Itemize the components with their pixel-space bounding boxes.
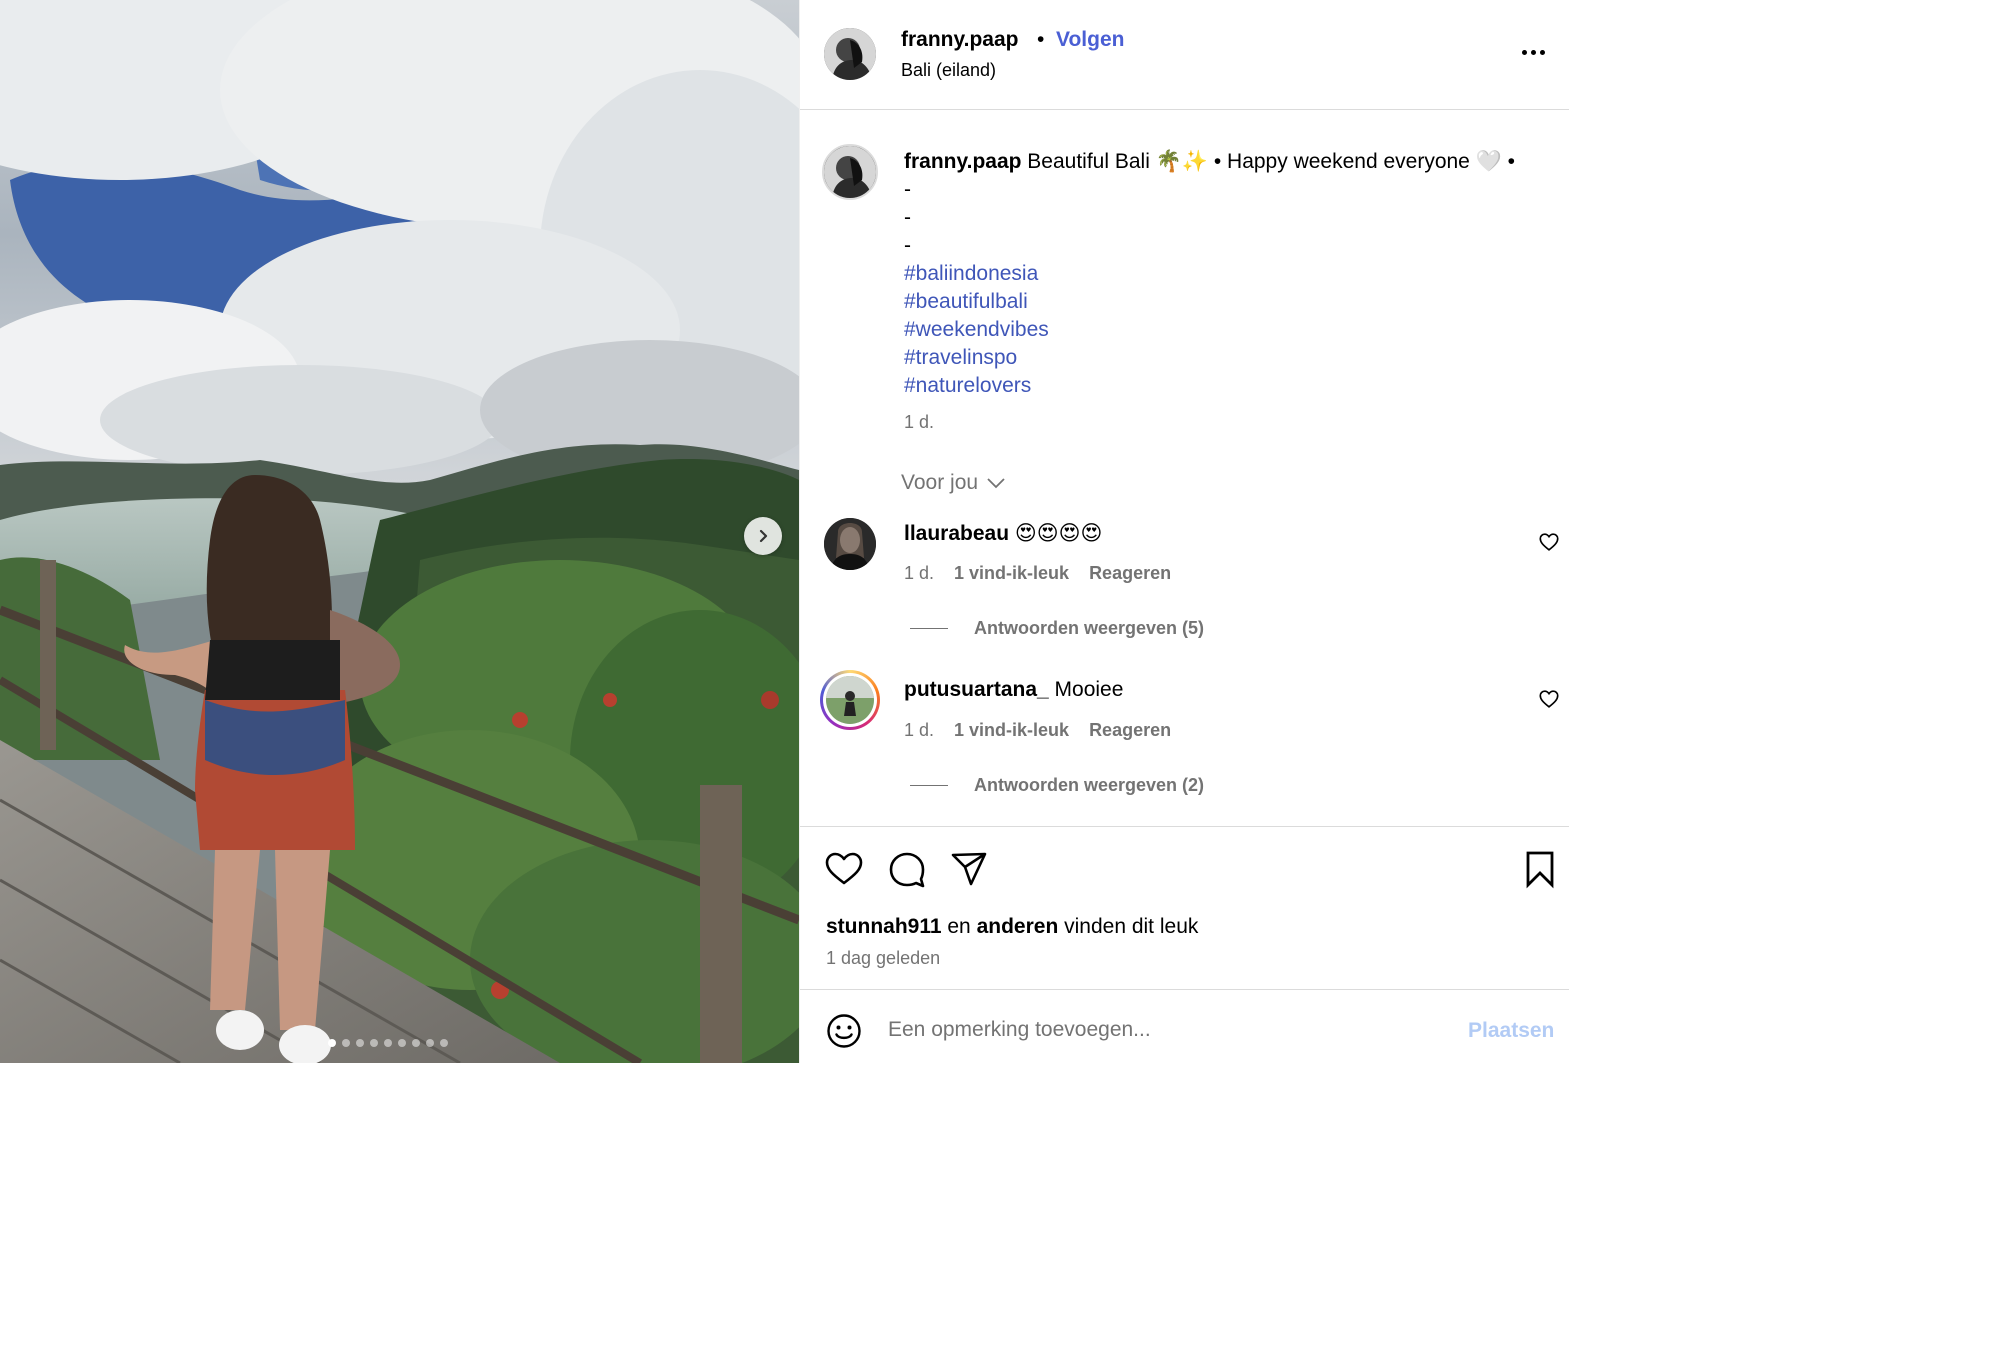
user-photo-icon xyxy=(824,146,876,198)
comment-like-heart-icon[interactable] xyxy=(1538,531,1560,553)
user-photo-icon xyxy=(826,676,874,724)
comment-likes-count[interactable]: 1 vind-ik-leuk xyxy=(954,563,1069,584)
carousel-dot xyxy=(356,1039,364,1047)
post-actions: stunnah911 en anderen vinden dit leuk 1 … xyxy=(800,826,1569,990)
landscape-photo xyxy=(0,0,799,1063)
comment-timestamp: 1 d. xyxy=(904,563,935,583)
save-bookmark-icon[interactable] xyxy=(1520,849,1560,889)
carousel-dot xyxy=(370,1039,378,1047)
more-horizontal-icon xyxy=(1522,49,1527,55)
likes-joiner: en xyxy=(941,915,977,938)
carousel-dot xyxy=(328,1039,336,1047)
comment-timestamp: 1 d. xyxy=(904,720,935,740)
reply-button[interactable]: Reageren xyxy=(1089,563,1171,584)
smiley-icon[interactable] xyxy=(826,1013,862,1049)
caption-dash: - xyxy=(904,206,911,229)
add-comment-bar: Plaatsen xyxy=(800,990,1569,1063)
commenter-avatar[interactable] xyxy=(824,518,876,570)
more-options-button[interactable] xyxy=(1522,42,1552,62)
commenter-avatar-story-ring[interactable] xyxy=(820,670,880,730)
carousel-dot xyxy=(342,1039,350,1047)
liked-by-others[interactable]: anderen xyxy=(977,915,1059,938)
caption-timestamp: 1 d. xyxy=(904,412,935,432)
reply-button[interactable]: Reageren xyxy=(1089,720,1171,741)
view-replies-label: Antwoorden weergeven (5) xyxy=(974,618,1205,638)
author-avatar[interactable] xyxy=(824,28,876,80)
carousel-dot xyxy=(440,1039,448,1047)
post-photo xyxy=(0,0,799,1063)
carousel-dot xyxy=(426,1039,434,1047)
hashtag-link[interactable]: #travelinspo xyxy=(904,344,1554,372)
header-separator: • xyxy=(1037,28,1045,51)
author-username[interactable]: franny.paap xyxy=(901,28,1018,52)
comment-meta: 1 d. 1 vind-ik-leuk Reageren xyxy=(904,563,1171,584)
hashtag-link[interactable]: #weekendvibes xyxy=(904,316,1554,344)
comment-text: Mooiee xyxy=(1048,678,1124,701)
hashtag-link[interactable]: #naturelovers xyxy=(904,372,1554,400)
caption-dash: - xyxy=(904,234,911,257)
comment-text: 😍😍😍😍 xyxy=(1009,522,1103,545)
carousel-dot xyxy=(398,1039,406,1047)
caption-username[interactable]: franny.paap xyxy=(904,150,1021,173)
comment-bubble-icon[interactable] xyxy=(887,849,927,889)
caption-avatar[interactable] xyxy=(822,144,878,200)
post-location[interactable]: Bali (eiland) xyxy=(901,60,996,81)
comment-sort-selector[interactable]: Voor jou xyxy=(901,471,1006,495)
caption-dash: - xyxy=(904,178,911,201)
chevron-down-icon xyxy=(987,478,1005,489)
carousel-indicator xyxy=(328,1039,448,1047)
like-heart-icon[interactable] xyxy=(824,849,864,889)
caption-body: franny.paap Beautiful Bali 🌴✨ • Happy we… xyxy=(904,148,1554,400)
user-photo-icon xyxy=(824,28,876,80)
carousel-dot xyxy=(384,1039,392,1047)
user-photo-icon xyxy=(824,518,876,570)
caption-text: Beautiful Bali 🌴✨ • Happy weekend everyo… xyxy=(1021,150,1516,173)
post-comment-button[interactable]: Plaatsen xyxy=(1468,1019,1554,1043)
view-replies-button[interactable]: Antwoorden weergeven (2) xyxy=(910,775,1204,796)
comment-input[interactable] xyxy=(888,1010,1448,1050)
post-side-panel: franny.paap • Volgen Bali (eiland) frann… xyxy=(799,0,1569,1063)
likes-suffix: vinden dit leuk xyxy=(1058,915,1199,938)
post-header: franny.paap • Volgen Bali (eiland) xyxy=(800,0,1569,110)
sort-label: Voor jou xyxy=(901,471,979,494)
liked-by-user[interactable]: stunnah911 xyxy=(826,915,942,938)
view-replies-label: Antwoorden weergeven (2) xyxy=(974,775,1205,795)
carousel-dot xyxy=(412,1039,420,1047)
post-dialog: franny.paap • Volgen Bali (eiland) frann… xyxy=(0,0,1569,1063)
comment-likes-count[interactable]: 1 vind-ik-leuk xyxy=(954,720,1069,741)
hashtag-link[interactable]: #baliindonesia xyxy=(904,260,1554,288)
chevron-right-icon xyxy=(759,529,768,543)
follow-button[interactable]: Volgen xyxy=(1056,28,1124,52)
view-replies-button[interactable]: Antwoorden weergeven (5) xyxy=(910,618,1204,639)
commenter-username[interactable]: llaurabeau xyxy=(904,522,1009,545)
likes-summary: stunnah911 en anderen vinden dit leuk xyxy=(826,915,1198,939)
post-timestamp: 1 dag geleden xyxy=(826,948,941,968)
comment-like-heart-icon[interactable] xyxy=(1538,688,1560,710)
commenter-username[interactable]: putusuartana_ xyxy=(904,678,1049,701)
share-send-icon[interactable] xyxy=(949,849,989,889)
comment-meta: 1 d. 1 vind-ik-leuk Reageren xyxy=(904,720,1171,741)
next-photo-button[interactable] xyxy=(744,517,782,555)
hashtag-link[interactable]: #beautifulbali xyxy=(904,288,1554,316)
